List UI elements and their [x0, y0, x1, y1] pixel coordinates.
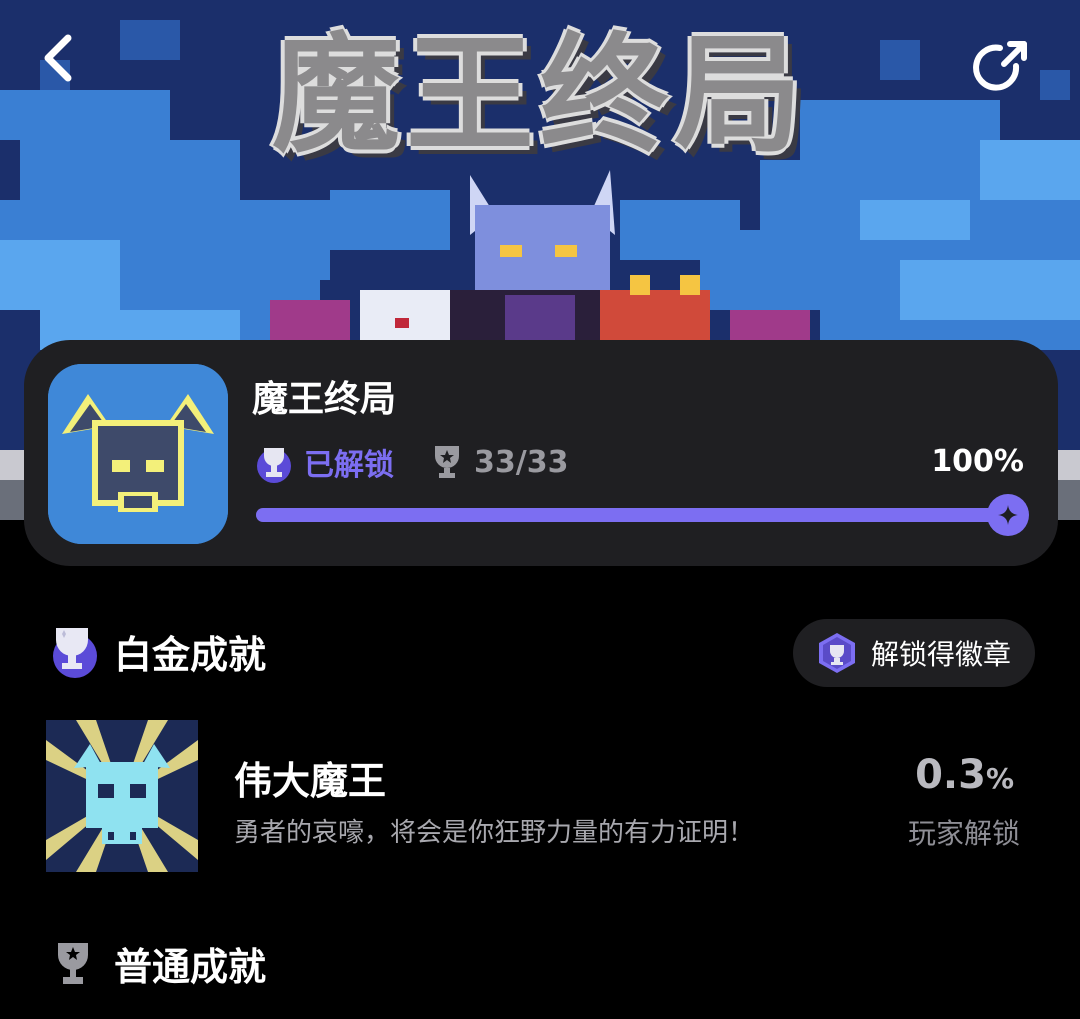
game-name: 魔王终局 [252, 379, 397, 420]
normal-section-title: 普通成就 [114, 945, 267, 989]
achievement-icon [46, 720, 198, 872]
unlock-badge-button[interactable]: 解锁得徽章 [793, 619, 1035, 687]
badge-icon [819, 633, 855, 673]
normal-section-header: 普通成就 [46, 936, 266, 991]
demon-skull-icon [48, 364, 228, 544]
unlock-status-label: 已解锁 [304, 448, 394, 483]
skull-rays-icon [46, 720, 198, 872]
trophy-icon [435, 446, 459, 478]
game-app-icon[interactable] [48, 364, 228, 544]
platinum-trophy-icon [53, 628, 97, 678]
unlock-status-row: 已解锁 33/33 [252, 440, 568, 484]
achievement-description: 勇者的哀嚎，将会是你狂野力量的有力证明！ [234, 818, 755, 848]
unlock-rate-label: 玩家解锁 [907, 817, 1020, 850]
unlock-rate-value: 0.3 [915, 752, 986, 798]
unlock-badge-label: 解锁得徽章 [871, 638, 1012, 671]
back-button[interactable] [38, 34, 102, 98]
unlock-rate: 0.3% [915, 752, 1014, 798]
platinum-section-title: 白金成就 [114, 632, 267, 677]
chevron-left-icon [44, 34, 72, 82]
progress-knob [987, 494, 1029, 536]
platinum-section-header: 白金成就 [46, 622, 266, 680]
progress-bar [256, 494, 1029, 536]
platinum-achievement-item[interactable]: 伟大魔王 勇者的哀嚎，将会是你狂野力量的有力证明！ 0.3% 玩家解锁 [46, 720, 1036, 872]
banner-title: 魔王终局 [271, 20, 808, 170]
share-button[interactable] [972, 34, 1036, 98]
sparkle-icon [998, 505, 1018, 525]
game-summary-card: 魔王终局 已解锁 33/33 100% [24, 340, 1058, 566]
achievement-count: 33/33 [474, 444, 569, 480]
platinum-trophy-icon [257, 448, 291, 483]
unlock-rate-unit: % [985, 762, 1014, 795]
progress-fill [256, 508, 1008, 522]
trophy-icon [58, 942, 88, 984]
share-icon [973, 41, 1027, 91]
achievement-name: 伟大魔王 [234, 759, 387, 803]
progress-percent: 100% [931, 444, 1024, 479]
